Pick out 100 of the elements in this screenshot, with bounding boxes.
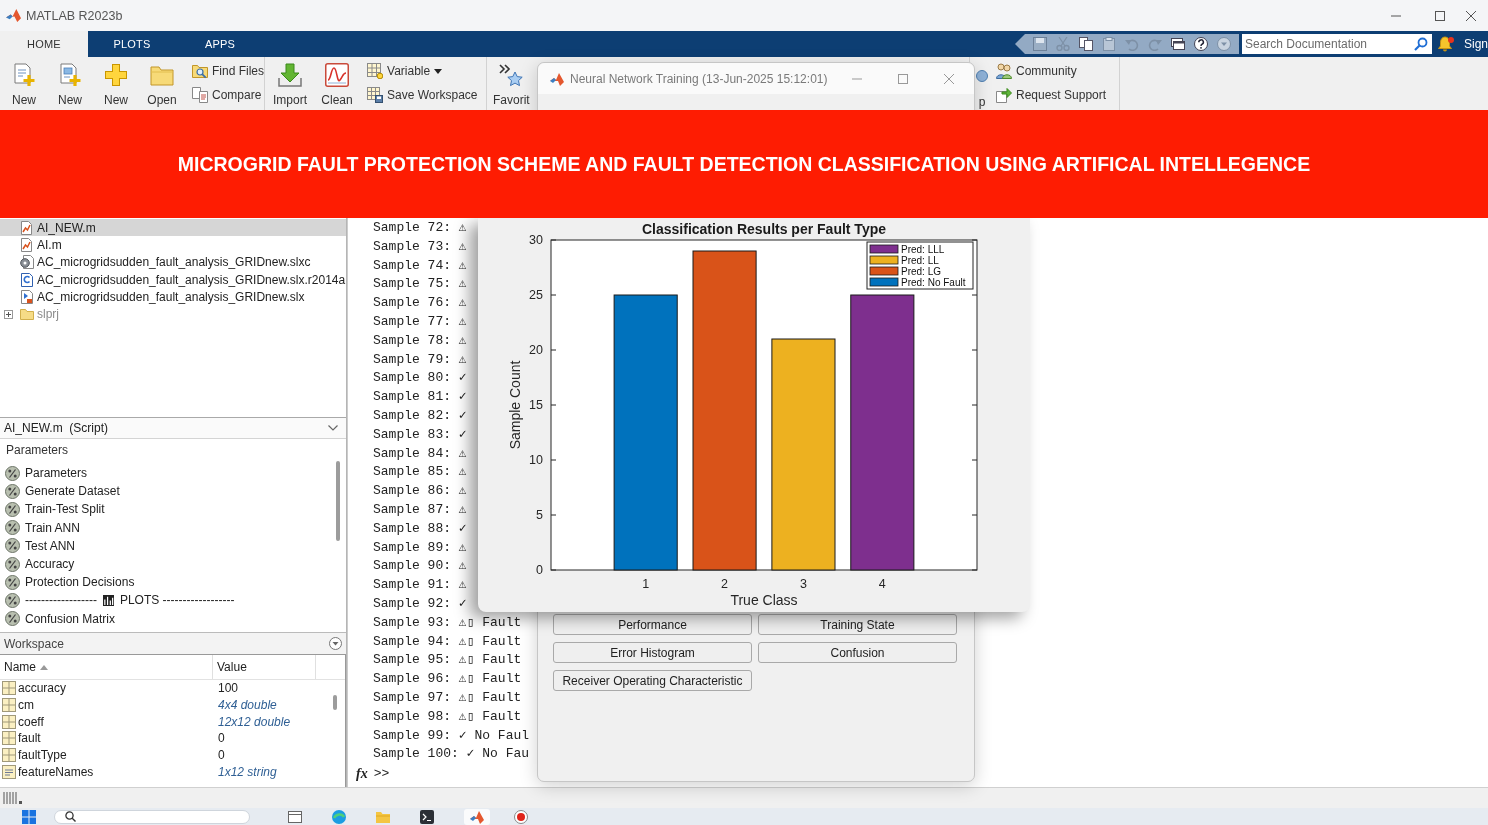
- console-line: Sample 100: ✓ No Fau: [373, 745, 530, 764]
- console-line: Sample 98: ⚠▯ Fault: [373, 707, 522, 726]
- section-item[interactable]: Protection Decisions: [5, 573, 135, 592]
- section-item[interactable]: Generate Dataset: [5, 482, 120, 501]
- expand-icon[interactable]: [4, 309, 13, 319]
- ribbon-button[interactable]: Favorit: [489, 57, 534, 107]
- plot-button[interactable]: Confusion: [758, 642, 957, 663]
- console-line: Sample 99: ✓ No Faul: [373, 726, 530, 745]
- function-browser-button[interactable]: fx: [356, 765, 368, 782]
- ribbon-tab[interactable]: HOME: [0, 31, 88, 57]
- taskbar-search-field[interactable]: [54, 809, 250, 824]
- plot-button[interactable]: Performance: [553, 614, 752, 635]
- percent-icon: [5, 520, 20, 536]
- file-details-title: AI_NEW.m (Script): [4, 421, 108, 435]
- terminal-icon[interactable]: [420, 809, 434, 824]
- tick-label: 3: [799, 577, 807, 591]
- file-item[interactable]: slprj: [0, 305, 346, 323]
- console-line: Sample 76: ⚠: [373, 294, 467, 313]
- record-icon[interactable]: [514, 809, 528, 824]
- section-item[interactable]: Confusion Matrix: [5, 609, 116, 628]
- variable-name: cm: [18, 698, 34, 713]
- ribbon-button[interactable]: New: [50, 57, 90, 107]
- ribbon-small-button[interactable]: Compare: [192, 84, 264, 106]
- section-item[interactable]: Parameters: [5, 464, 88, 483]
- plot-button[interactable]: Training State: [758, 614, 957, 635]
- ribbon-button[interactable]: New: [4, 57, 44, 107]
- variable-value: 1x12 string: [217, 764, 277, 779]
- file-item[interactable]: AC_microgridsudden_fault_analysis_GRIDnew.slx: [0, 288, 346, 306]
- percent-icon: [5, 574, 20, 590]
- ribbon-small-button[interactable]: Variable: [367, 60, 478, 82]
- percent-icon: [5, 592, 20, 608]
- scrollbar[interactable]: [336, 461, 340, 541]
- tick-label: 20: [529, 343, 543, 357]
- disc-arc-icon[interactable]: [332, 809, 346, 824]
- column-header[interactable]: Value: [213, 655, 316, 679]
- paste-icon[interactable]: [1101, 37, 1116, 51]
- window-icon[interactable]: [288, 809, 302, 824]
- people-icon: [996, 63, 1012, 79]
- file-item[interactable]: AI.m: [0, 236, 346, 254]
- legend-label: Pred: No Fault: [901, 276, 966, 288]
- bell-icon[interactable]: [1437, 36, 1452, 52]
- ribbon-small-button[interactable]: Request Support: [996, 84, 1107, 106]
- maximize-icon[interactable]: [1435, 10, 1445, 21]
- tick-label: 15: [529, 398, 543, 412]
- section-item[interactable]: ------------------ PLOTS ------------------: [5, 591, 235, 610]
- percent-icon: [5, 501, 20, 517]
- windows-icon[interactable]: [1170, 37, 1185, 51]
- console-line: Sample 73: ⚠: [373, 237, 467, 256]
- ribbon-tab[interactable]: PLOTS: [88, 31, 176, 57]
- console-line: Sample 74: ⚠: [373, 256, 467, 275]
- search-icon: [65, 811, 76, 822]
- section-item[interactable]: Test ANN: [5, 536, 75, 555]
- scrollbar[interactable]: [333, 695, 337, 710]
- ribbon-button[interactable]: Import: [269, 57, 311, 107]
- ribbon-small-button[interactable]: Find Files: [192, 60, 264, 82]
- console-line: Sample 93: ⚠▯ Fault: [373, 613, 522, 632]
- folder-icon: [150, 63, 174, 87]
- variable-name: featureNames: [18, 764, 94, 779]
- tick-label: 25: [529, 288, 543, 302]
- chart-title: Classification Results per Fault Type: [642, 221, 886, 237]
- section-item[interactable]: Train ANN: [5, 518, 80, 537]
- peak-logo-icon[interactable]: [470, 809, 484, 824]
- ribbon-button[interactable]: Open: [142, 57, 182, 107]
- file-item[interactable]: AI_NEW.m: [0, 219, 346, 237]
- ribbon-button[interactable]: New: [96, 57, 136, 107]
- ribbon-tab[interactable]: APPS: [176, 31, 264, 57]
- ribbon-button[interactable]: p: [974, 57, 990, 109]
- console-line: Sample 79: ⚠: [373, 350, 467, 369]
- percent-icon: [5, 483, 20, 499]
- search-icon[interactable]: [1413, 37, 1428, 51]
- console-line: Sample 88: ✓: [373, 519, 467, 538]
- four-squares-icon[interactable]: [22, 809, 36, 824]
- variable-value: 0: [217, 731, 225, 746]
- section-item[interactable]: Accuracy: [5, 554, 75, 574]
- text-tile-icon: [2, 764, 16, 779]
- close-icon[interactable]: [1466, 10, 1476, 21]
- console-line: Sample 82: ✓: [373, 406, 467, 425]
- chevron-down-icon[interactable]: [328, 425, 338, 431]
- console-line: Sample 72: ⚠: [373, 219, 467, 237]
- document-plus-icon: [12, 63, 36, 87]
- gear-file-icon: [20, 255, 34, 270]
- file-item[interactable]: AC_microgridsudden_fault_analysis_GRIDnew.slxc: [0, 253, 346, 271]
- file-item[interactable]: AC_microgridsudden_fault_analysis_GRIDnew.slx.r2014a: [0, 270, 346, 289]
- tick-label: 10: [529, 453, 543, 467]
- account-link[interactable]: Sign: [1463, 37, 1488, 51]
- column-header[interactable]: Name: [0, 655, 213, 679]
- matrix-icon: [2, 748, 16, 763]
- copy-icon[interactable]: [1078, 37, 1093, 51]
- plot-button[interactable]: Error Histogram: [553, 642, 752, 663]
- variable-value: 4x4 double: [217, 698, 277, 713]
- console-line: Sample 84: ⚠: [373, 444, 467, 463]
- ribbon-small-button[interactable]: Save Workspace: [367, 84, 478, 106]
- ribbon-small-button[interactable]: Community: [996, 60, 1107, 82]
- section-item[interactable]: Train-Test Split: [5, 500, 105, 519]
- ribbon-button[interactable]: Clean: [317, 57, 357, 107]
- panel-title: Workspace: [4, 636, 64, 651]
- help-icon[interactable]: [1193, 37, 1208, 51]
- save-icon[interactable]: [1032, 37, 1047, 51]
- dropdown-icon[interactable]: [329, 637, 342, 650]
- plot-button[interactable]: Receiver Operating Characteristic: [553, 670, 752, 691]
